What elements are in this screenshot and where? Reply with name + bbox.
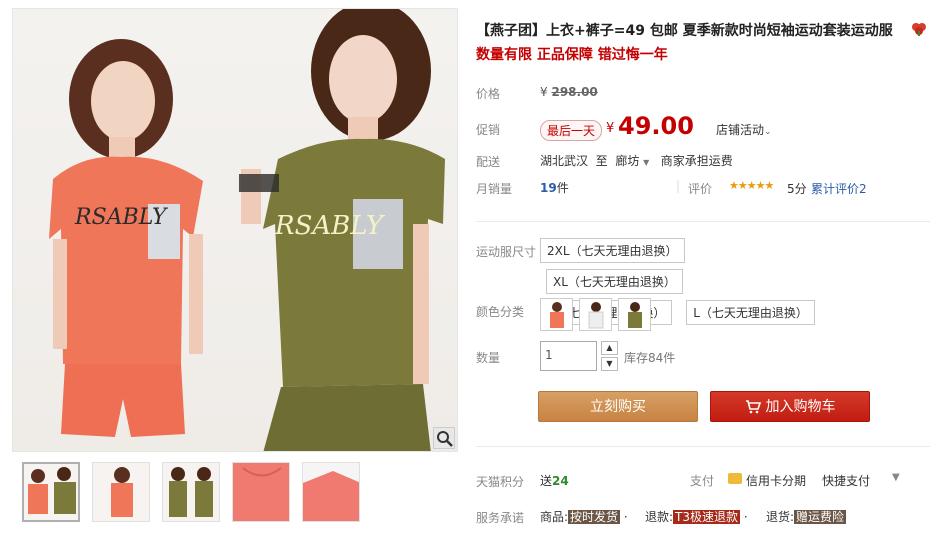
quantity-decrease-button[interactable]: ▼	[601, 357, 618, 371]
product-subtitle: 数量有限 正品保障 错过悔一年	[476, 47, 668, 63]
store-activity-label: 店铺活动	[716, 123, 765, 137]
size-option-xl[interactable]: XL（七天无理由退换）	[546, 269, 683, 294]
monthly-sales-label: 月销量	[476, 182, 513, 196]
svg-text:RSABLY: RSABLY	[274, 211, 386, 241]
stock-info: 库存84件	[624, 351, 676, 365]
product-photo: RSABLY RSABLY	[49, 9, 445, 451]
buy-now-button[interactable]: 立刻购买	[538, 391, 698, 422]
thumbnail-image	[28, 467, 76, 514]
swatch-image	[628, 302, 642, 328]
service-refund-label: 退款:	[645, 510, 674, 524]
original-price-value: 298.00	[551, 85, 598, 99]
thumbnail-5[interactable]	[302, 462, 360, 522]
service-goods: 商品: 按时发货 ·	[540, 510, 628, 524]
zoom-button[interactable]	[433, 427, 455, 449]
thumbnail-2[interactable]	[92, 462, 150, 522]
service-refund-tag: T3极速退款	[673, 510, 741, 524]
product-title: 【燕子团】上衣+裤子=49 包邮 夏季新款时尚短袖运动套装运动服	[476, 23, 893, 39]
color-label: 颜色分类	[476, 305, 525, 319]
service-refund: 退款: T3极速退款 ·	[645, 510, 748, 524]
thumbnail-image	[169, 467, 213, 517]
rating-stars: ★★★★★	[729, 179, 774, 192]
chevron-down-icon: ⌄	[764, 127, 772, 137]
quantity-increase-button[interactable]: ▲	[601, 341, 618, 355]
chevron-down-icon[interactable]: ▼	[892, 472, 900, 483]
swatch-image	[588, 302, 604, 329]
price-label: 价格	[476, 87, 501, 101]
thumbnail-3[interactable]	[162, 462, 220, 522]
monthly-sales-count: 19	[540, 181, 557, 195]
payment-label: 支付	[690, 474, 715, 488]
divider	[476, 221, 930, 222]
ship-to-dropdown[interactable]: 廊坊 ▼	[615, 154, 649, 168]
size-label: 运动服尺寸	[476, 245, 537, 259]
points-label: 天猫积分	[476, 475, 525, 489]
points-send-word: 送	[540, 474, 553, 488]
credit-installment-link[interactable]: 信用卡分期	[746, 472, 806, 489]
separator: |	[676, 179, 681, 193]
shipping-fee: 商家承担运费	[660, 154, 733, 168]
main-product-image[interactable]: RSABLY RSABLY	[12, 8, 458, 452]
points-number: 24	[552, 474, 569, 488]
ship-from: 湖北武汉	[540, 154, 589, 168]
promo-price-value: 49.00	[618, 112, 694, 140]
promo-badge: 最后一天	[540, 120, 603, 141]
color-options	[540, 298, 651, 331]
service-goods-tag: 按时发货	[568, 510, 621, 524]
size-option-l[interactable]: L（七天无理由退换）	[686, 300, 815, 325]
product-info-panel: 【燕子团】上衣+裤子=49 包邮 夏季新款时尚短袖运动套装运动服 数量有限 正品…	[476, 0, 930, 535]
promo-price-currency: ¥	[606, 121, 615, 136]
original-price-currency: ¥	[540, 85, 548, 99]
size-option-2xl[interactable]: 2XL（七天无理由退换）	[540, 238, 685, 263]
rating-score: 5分	[787, 182, 807, 196]
thumbnail-image	[111, 467, 133, 517]
thumbnail-1[interactable]	[22, 462, 80, 522]
ship-to-word: 至	[595, 154, 608, 168]
add-to-cart-label: 加入购物车	[765, 399, 836, 415]
magnifier-icon	[437, 431, 453, 447]
add-to-cart-button[interactable]: 加入购物车	[710, 391, 870, 422]
service-label: 服务承诺	[476, 511, 525, 525]
monthly-sales: 19件	[540, 179, 569, 196]
swatch-image	[550, 302, 564, 328]
credit-card-icon	[728, 473, 742, 484]
shipping-label: 配送	[476, 155, 501, 169]
thumbnail-4[interactable]	[232, 462, 290, 522]
thumbnail-image	[303, 471, 359, 521]
quantity-label: 数量	[476, 351, 501, 365]
cart-icon	[745, 400, 761, 414]
color-option-orange[interactable]	[540, 298, 573, 331]
color-option-white[interactable]	[579, 298, 612, 331]
store-activity-dropdown[interactable]: 店铺活动⌄	[716, 121, 772, 138]
chevron-down-icon: ▼	[643, 158, 650, 167]
buy-now-label: 立刻购买	[590, 399, 646, 415]
divider	[476, 446, 930, 447]
fast-pay-link[interactable]: 快捷支付	[822, 472, 870, 489]
thumbnail-strip	[22, 462, 360, 522]
quantity-input[interactable]: 1	[540, 341, 597, 371]
svg-text:RSABLY: RSABLY	[74, 205, 169, 230]
promo-label: 促销	[476, 123, 501, 137]
points-value: 送24	[540, 472, 569, 489]
ship-to: 廊坊	[615, 154, 640, 168]
color-option-olive[interactable]	[618, 298, 651, 331]
service-return-tag: 赠运费险	[794, 510, 847, 524]
service-return-label: 退货:	[766, 510, 795, 524]
shipping-info: 湖北武汉 至 廊坊 ▼ 商家承担运费	[540, 152, 733, 169]
original-price: ¥ 298.00	[540, 85, 598, 99]
service-return: 退货: 赠运费险	[766, 508, 847, 525]
thumbnail-image	[242, 467, 282, 477]
flower-icon	[912, 23, 926, 36]
service-goods-label: 商品:	[540, 510, 569, 524]
monthly-sales-unit: 件	[556, 181, 569, 195]
review-count-link[interactable]: 累计评价2	[811, 180, 867, 197]
eval-label: 评价	[688, 182, 713, 196]
